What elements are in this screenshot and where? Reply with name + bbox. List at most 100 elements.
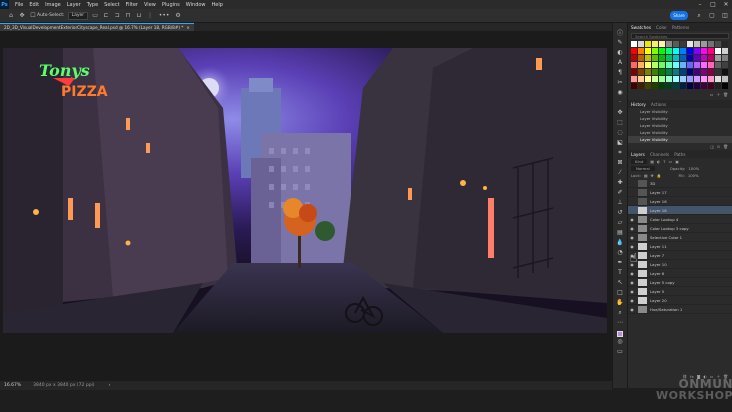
opacity-value[interactable]: 100% bbox=[688, 166, 699, 171]
swatch-cell[interactable] bbox=[708, 55, 714, 61]
filter-adjustment-icon[interactable]: ◐ bbox=[657, 159, 660, 164]
marquee-tool-icon[interactable]: ⬚ bbox=[615, 118, 625, 127]
layer-row[interactable]: ◉ Layer 20 bbox=[628, 296, 732, 305]
menu-view[interactable]: View bbox=[141, 2, 159, 8]
swatch-cell[interactable] bbox=[680, 76, 686, 82]
object-select-tool-icon[interactable]: ⬕ bbox=[615, 138, 625, 147]
swatch-cell[interactable] bbox=[694, 48, 700, 54]
dodge-tool-icon[interactable]: ◔ bbox=[615, 248, 625, 257]
layer-row[interactable]: ◉ Layer 5 copy bbox=[628, 278, 732, 287]
swatch-cell[interactable] bbox=[715, 62, 721, 68]
swatch-cell[interactable] bbox=[666, 48, 672, 54]
swatch-cell[interactable] bbox=[638, 69, 644, 75]
swatch-cell[interactable] bbox=[631, 55, 637, 61]
auto-select-dropdown[interactable]: Layer bbox=[67, 11, 89, 20]
swatch-cell[interactable] bbox=[673, 69, 679, 75]
swatch-cell[interactable] bbox=[680, 55, 686, 61]
tab-history[interactable]: History bbox=[631, 102, 646, 107]
filter-kind-dropdown[interactable]: Kind bbox=[631, 159, 648, 164]
layer-row[interactable]: 3D bbox=[628, 179, 732, 188]
swatch-cell[interactable] bbox=[673, 48, 679, 54]
move-tool-icon[interactable]: ✥ bbox=[615, 108, 625, 117]
path-select-icon[interactable]: ↖ bbox=[615, 278, 625, 287]
menu-type[interactable]: Type bbox=[84, 2, 101, 8]
share-button[interactable]: Share bbox=[670, 11, 688, 20]
layer-row[interactable]: ◉ Layer 7 bbox=[628, 251, 732, 260]
swatch-cell[interactable] bbox=[645, 55, 651, 61]
gradient-tool-icon[interactable]: ▤ bbox=[615, 228, 625, 237]
type-tool-icon[interactable]: T bbox=[615, 268, 625, 277]
swatch-cell[interactable] bbox=[708, 62, 714, 68]
swatch-cell[interactable] bbox=[708, 69, 714, 75]
swatch-cell[interactable] bbox=[645, 76, 651, 82]
brush-tool-icon[interactable]: ✐ bbox=[615, 188, 625, 197]
camera-icon[interactable]: ⊙ bbox=[717, 144, 720, 149]
swatch-cell[interactable] bbox=[687, 69, 693, 75]
swatch-cell[interactable] bbox=[715, 76, 721, 82]
visibility-eye-icon[interactable]: ◉ bbox=[628, 217, 636, 222]
swatch-cell[interactable] bbox=[631, 48, 637, 54]
swatch-cell[interactable] bbox=[687, 55, 693, 61]
rectangle-tool-icon[interactable]: □ bbox=[615, 288, 625, 297]
swatch-cell[interactable] bbox=[645, 83, 651, 89]
adjustments-icon[interactable]: ◐ bbox=[615, 48, 625, 57]
settings-icon[interactable]: ⚙ bbox=[174, 12, 182, 20]
swatch-cell[interactable] bbox=[652, 69, 658, 75]
layer-row[interactable]: ◉ Layer 5 bbox=[628, 287, 732, 296]
swatch-search-input[interactable]: Search Swatches bbox=[631, 33, 729, 39]
menu-window[interactable]: Window bbox=[183, 2, 209, 8]
swatch-cell[interactable] bbox=[659, 62, 665, 68]
tab-paths[interactable]: Paths bbox=[674, 152, 685, 157]
transform-controls-icon[interactable]: ▭ bbox=[91, 12, 99, 20]
lock-position-icon[interactable]: ✥ bbox=[651, 173, 654, 178]
swatch-cell[interactable] bbox=[715, 41, 721, 47]
lasso-tool-icon[interactable]: ◌ bbox=[615, 128, 625, 137]
history-item[interactable]: Layer Visibility bbox=[628, 108, 732, 115]
layer-row[interactable]: Layer 16 bbox=[628, 197, 732, 206]
swatch-cell[interactable] bbox=[694, 55, 700, 61]
close-tab-icon[interactable]: × bbox=[186, 25, 190, 30]
swatch-cell[interactable] bbox=[638, 62, 644, 68]
tab-swatches[interactable]: Swatches bbox=[631, 25, 651, 30]
swatch-cell[interactable] bbox=[708, 76, 714, 82]
swatch-cell[interactable] bbox=[666, 69, 672, 75]
home-icon[interactable]: ⌂ bbox=[7, 12, 15, 20]
artwork-canvas[interactable]: Tonys PIZZA bbox=[3, 48, 607, 333]
swatch-cell[interactable] bbox=[687, 48, 693, 54]
blur-tool-icon[interactable]: 💧 bbox=[615, 238, 625, 247]
swatch-cell[interactable] bbox=[722, 48, 728, 54]
quick-mask-icon[interactable]: ◎ bbox=[615, 337, 625, 346]
more-options-icon[interactable]: ••• bbox=[157, 12, 171, 20]
maximize-icon[interactable]: □ bbox=[707, 0, 719, 9]
fill-value[interactable]: 100% bbox=[688, 173, 699, 178]
swatch-cell[interactable] bbox=[708, 83, 714, 89]
swatch-cell[interactable] bbox=[694, 62, 700, 68]
swatch-cell[interactable] bbox=[680, 62, 686, 68]
eraser-tool-icon[interactable]: ▱ bbox=[615, 218, 625, 227]
swatch-cell[interactable] bbox=[687, 83, 693, 89]
filter-pixel-icon[interactable]: ▦ bbox=[650, 159, 654, 164]
layer-row[interactable]: ◉ Layer 6 bbox=[628, 269, 732, 278]
swatch-cell[interactable] bbox=[666, 83, 672, 89]
crop-tool-icon[interactable]: ⌗ bbox=[615, 148, 625, 157]
blend-mode-dropdown[interactable]: Normal bbox=[631, 166, 655, 171]
workspace-icon[interactable]: ▢ bbox=[706, 11, 718, 20]
more-tools-icon[interactable]: ⋯ bbox=[615, 318, 625, 327]
swatch-cell[interactable] bbox=[638, 76, 644, 82]
swatch-cell[interactable] bbox=[666, 62, 672, 68]
visibility-eye-icon[interactable]: ◉ bbox=[628, 280, 636, 285]
layer-row[interactable]: Layer 18 bbox=[628, 206, 732, 215]
menu-plugins[interactable]: Plugins bbox=[159, 2, 183, 8]
swatch-cell[interactable] bbox=[722, 55, 728, 61]
history-item-current[interactable]: Layer Visibility bbox=[628, 136, 732, 143]
paragraph-icon[interactable]: ¶ bbox=[615, 68, 625, 77]
photoshop-logo[interactable]: Ps bbox=[0, 0, 9, 9]
frame-tool-icon[interactable]: ⊠ bbox=[615, 158, 625, 167]
swatch-cell[interactable] bbox=[652, 55, 658, 61]
zoom-tool-icon[interactable]: ⌕ bbox=[615, 308, 625, 317]
swatch-cell[interactable] bbox=[631, 62, 637, 68]
move-tool-icon[interactable]: ✥ bbox=[18, 12, 26, 20]
visibility-eye-icon[interactable]: ◉ bbox=[628, 298, 636, 303]
align-middle-icon[interactable]: ⊔ bbox=[135, 12, 143, 20]
swatch-cell[interactable] bbox=[715, 83, 721, 89]
